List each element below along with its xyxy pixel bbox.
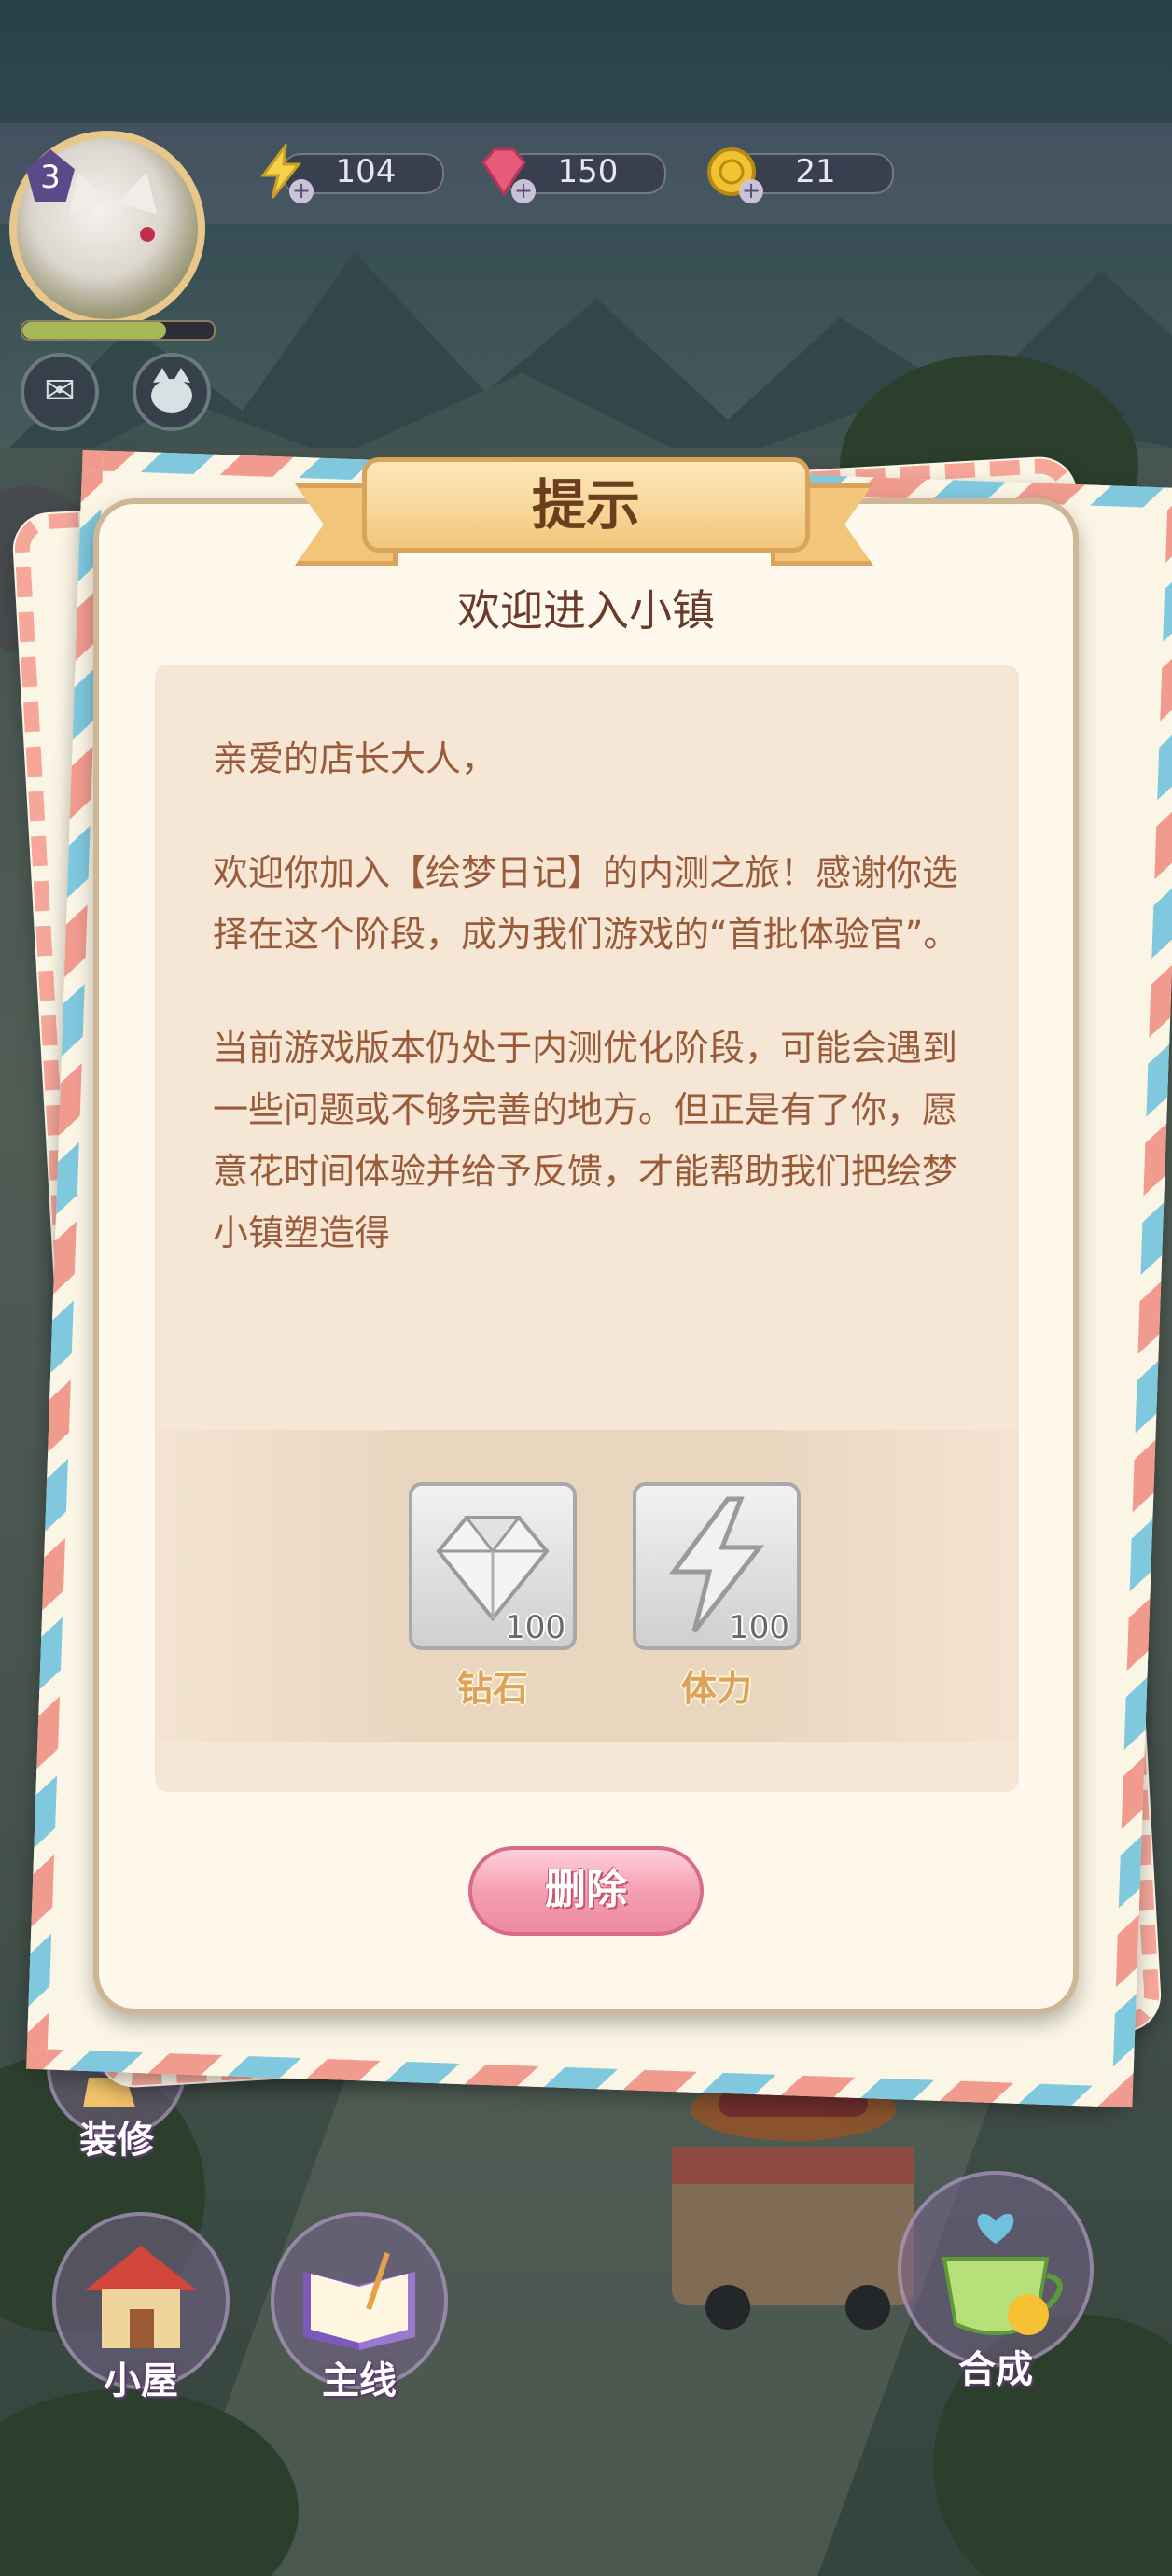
welcome-paragraph: 欢迎你加入【绘梦日记】的内测之旅！感谢你选择在这个阶段，成为我们游戏的“首批体验… — [213, 852, 959, 955]
reward-strip — [155, 1430, 1019, 1742]
decorate-label: 装修 — [79, 2119, 154, 2162]
reward-amount: 100 — [729, 1609, 789, 1646]
reward-name: 钻石 — [456, 1668, 528, 1709]
main-quest-label: 主线 — [322, 2359, 397, 2402]
book-icon — [303, 2252, 415, 2350]
greeting-paragraph: 亲爱的店长大人， — [213, 738, 497, 779]
main-quest-button[interactable]: 主线 — [271, 2212, 448, 2408]
cat-face-icon — [151, 368, 192, 413]
coin-value: 21 — [795, 153, 836, 190]
house-icon — [85, 2246, 197, 2348]
mail-button[interactable]: ✉ — [21, 353, 99, 431]
reward-name: 体力 — [680, 1668, 752, 1709]
reward-item-energy[interactable]: 100 — [633, 1482, 801, 1650]
energy-value: 104 — [335, 153, 397, 190]
notice-paragraph: 当前游戏版本仍处于内测优化阶段，可能会遇到一些问题或不够完善的地方。但正是有了你… — [213, 1028, 958, 1253]
coin-counter[interactable]: + 21 — [704, 147, 894, 203]
teacup-icon — [942, 2213, 1063, 2335]
mail-icon: ✉ — [44, 370, 76, 413]
experience-fill — [22, 322, 166, 339]
message-text: 亲爱的店长大人， 欢迎你加入【绘梦日记】的内测之旅！感谢你选择在这个阶段，成为我… — [213, 728, 987, 1316]
merge-button[interactable]: 合成 — [898, 2171, 1094, 2404]
energy-counter[interactable]: + 104 — [254, 144, 444, 203]
reward-item-diamond[interactable]: 100 — [409, 1482, 577, 1650]
cabin-button[interactable]: 小屋 — [52, 2212, 230, 2408]
reward-amount: 100 — [505, 1609, 565, 1646]
merge-label: 合成 — [958, 2348, 1033, 2391]
delete-button[interactable]: 删除 — [468, 1846, 704, 1936]
gem-value: 150 — [557, 153, 619, 190]
dialog-subtitle: 欢迎进入小镇 — [457, 585, 715, 636]
cabin-label: 小屋 — [104, 2359, 178, 2402]
experience-bar — [21, 320, 216, 341]
gem-counter[interactable]: + 150 — [476, 147, 666, 203]
friends-button[interactable] — [133, 353, 211, 431]
dialog-title: 提示 — [362, 457, 810, 553]
